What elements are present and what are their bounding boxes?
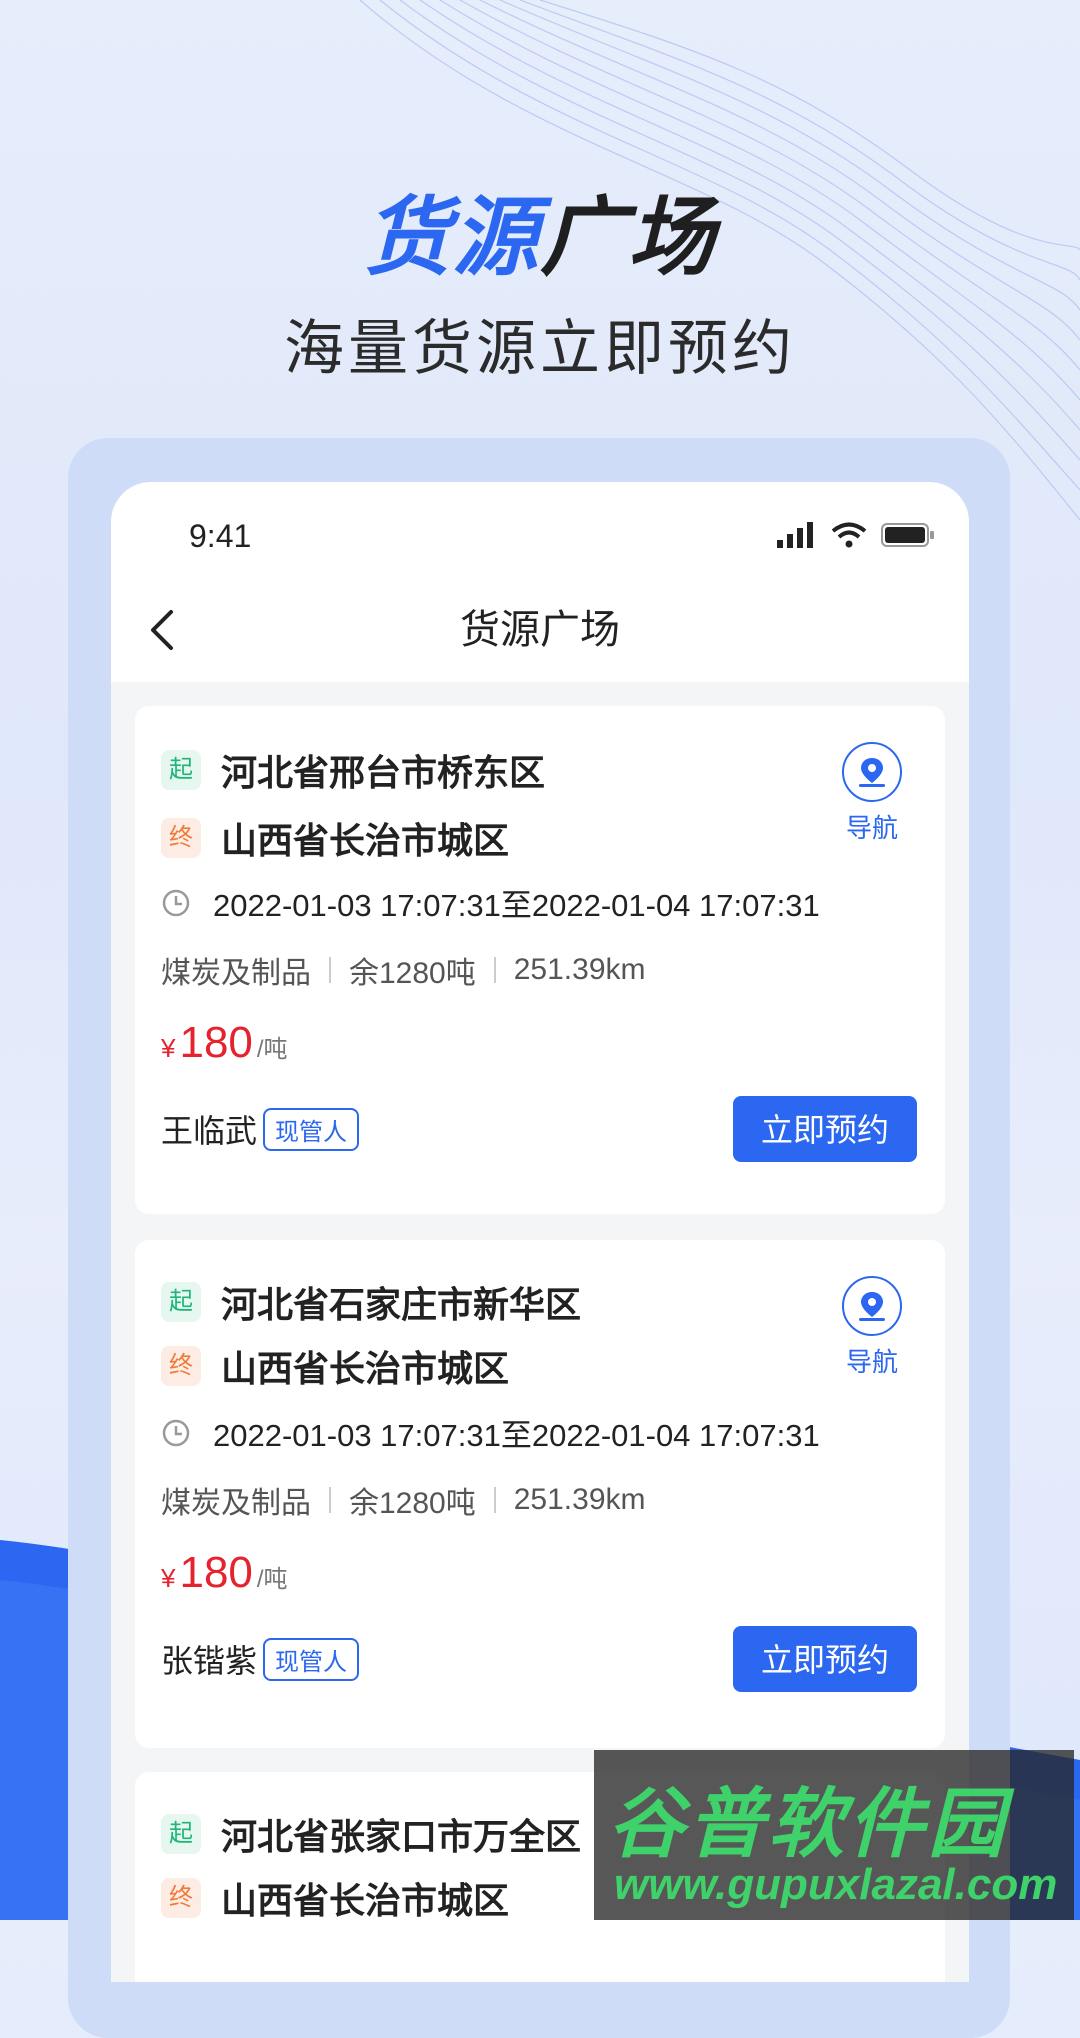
end-address: 山西省长治市城区 (221, 1348, 510, 1389)
price-row: ¥ 180 /吨 (161, 1548, 288, 1598)
distance: 251.39km (513, 953, 646, 986)
owner-row: 张锴紫 现管人 (161, 1636, 360, 1682)
price-unit: /吨 (256, 1566, 288, 1593)
navigation-button[interactable]: 导航 (837, 1276, 907, 1379)
divider (493, 957, 496, 983)
battery-icon (881, 523, 934, 547)
status-icons (777, 522, 935, 548)
navigation-button[interactable]: 导航 (837, 742, 907, 845)
end-address: 山西省长治市城区 (221, 820, 510, 861)
cargo-card[interactable]: 起 河北省邢台市桥东区 终 山西省长治市城区 导航 2022-01-03 17:… (135, 706, 945, 1214)
hero-title: 货源广场 (0, 188, 1080, 288)
owner-name: 王临武 (161, 1113, 258, 1149)
status-time: 9:41 (189, 518, 252, 554)
end-address-row: 终 山西省长治市城区 (161, 812, 509, 864)
start-address-row: 起 河北省石家庄市新华区 (161, 1276, 581, 1328)
navigation-label: 导航 (845, 1347, 898, 1377)
hero-title-blue: 货源 (364, 190, 540, 286)
divider (329, 1487, 331, 1513)
end-tag: 终 (161, 818, 201, 858)
start-address: 河北省张家口市万全区 (221, 1816, 582, 1857)
end-address: 山西省长治市城区 (221, 1880, 510, 1921)
remaining-amount: 余1280吨 (349, 957, 476, 990)
clock-icon (162, 889, 190, 916)
cargo-info-row: 煤炭及制品 余1280吨 251.39km (161, 1478, 646, 1522)
owner-badge: 现管人 (263, 1637, 360, 1681)
nav-bar: 货源广场 (111, 578, 969, 682)
location-pin-icon (842, 1276, 902, 1336)
navigation-label: 导航 (845, 813, 898, 843)
time-range: 2022-01-03 17:07:31至2022-01-04 17:07:31 (213, 1418, 820, 1453)
time-range: 2022-01-03 17:07:31至2022-01-04 17:07:31 (213, 888, 820, 923)
divider (493, 1487, 496, 1513)
goods-type: 煤炭及制品 (161, 957, 311, 990)
hero-title-dark: 广场 (540, 190, 716, 286)
clock-icon (162, 1419, 190, 1446)
page-title: 货源广场 (460, 608, 620, 652)
start-address-row: 起 河北省张家口市万全区 (161, 1808, 581, 1860)
end-address-row: 终 山西省长治市城区 (161, 1340, 509, 1392)
time-row: 2022-01-03 17:07:31至2022-01-04 17:07:31 (161, 1410, 820, 1455)
price-symbol: ¥ (161, 1033, 176, 1063)
price-unit: /吨 (256, 1036, 288, 1063)
owner-name: 张锴紫 (161, 1643, 258, 1679)
end-tag: 终 (161, 1346, 201, 1386)
cargo-card[interactable]: 起 河北省石家庄市新华区 终 山西省长治市城区 导航 2022-01-03 17… (135, 1240, 945, 1748)
wifi-icon (831, 522, 867, 548)
goods-type: 煤炭及制品 (161, 1487, 311, 1520)
start-address-row: 起 河北省邢台市桥东区 (161, 744, 545, 796)
location-pin-icon (842, 742, 902, 802)
end-address-row: 终 山西省长治市城区 (161, 1872, 509, 1924)
remaining-amount: 余1280吨 (349, 1487, 476, 1520)
watermark-url: www.gupuxlazal.com (614, 1860, 1058, 1909)
start-tag: 起 (161, 750, 201, 790)
price-symbol: ¥ (161, 1563, 176, 1593)
watermark: 谷普软件园 www.gupuxlazal.com (594, 1750, 1074, 1920)
book-now-button[interactable]: 立即预约 (733, 1626, 917, 1692)
divider (329, 957, 331, 983)
start-tag: 起 (161, 1814, 201, 1854)
watermark-title: 谷普软件园 (608, 1782, 1008, 1867)
status-bar: 9:41 (111, 482, 969, 578)
start-address: 河北省石家庄市新华区 (221, 1284, 582, 1325)
start-address: 河北省邢台市桥东区 (221, 752, 546, 793)
time-row: 2022-01-03 17:07:31至2022-01-04 17:07:31 (161, 880, 820, 925)
book-now-button[interactable]: 立即预约 (733, 1096, 917, 1162)
price-value: 180 (179, 1548, 253, 1597)
owner-badge: 现管人 (263, 1107, 360, 1151)
hero-subtitle: 海量货源立即预约 (284, 315, 796, 382)
price-value: 180 (179, 1018, 253, 1067)
price-row: ¥ 180 /吨 (161, 1018, 288, 1068)
end-tag: 终 (161, 1878, 201, 1918)
start-tag: 起 (161, 1282, 201, 1322)
cargo-info-row: 煤炭及制品 余1280吨 251.39km (161, 948, 646, 992)
distance: 251.39km (513, 1483, 646, 1516)
signal-icon (777, 522, 813, 548)
owner-row: 王临武 现管人 (161, 1106, 360, 1152)
